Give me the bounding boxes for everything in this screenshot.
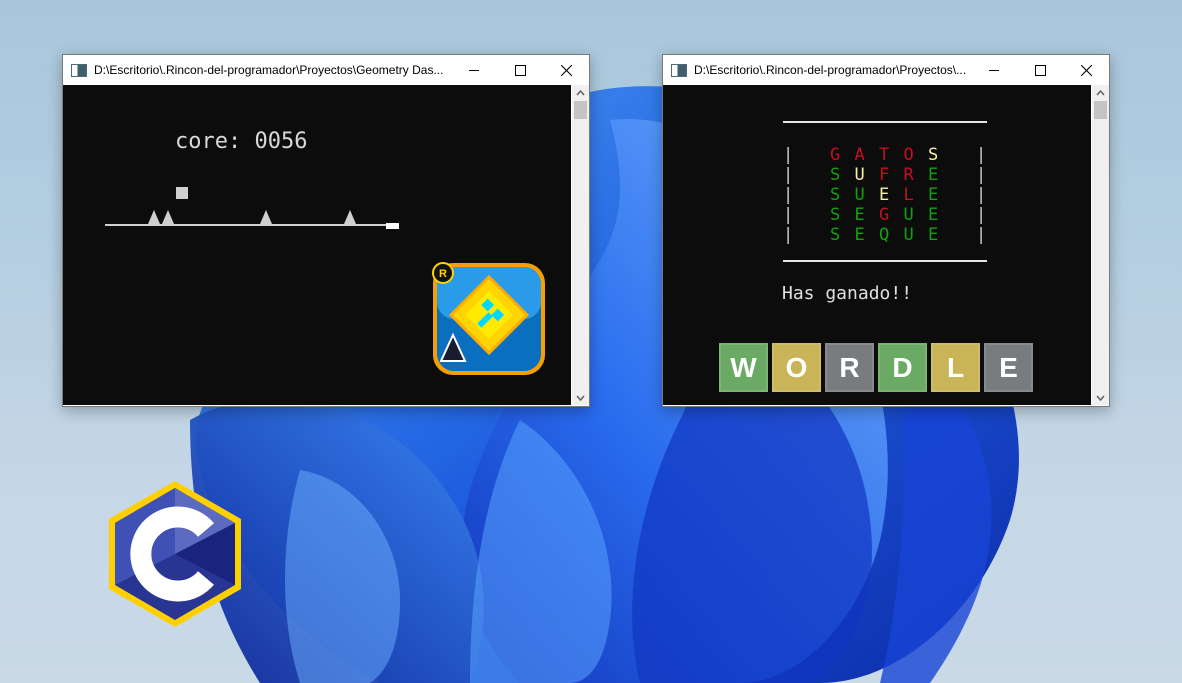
minimize-button[interactable]: [451, 55, 497, 85]
guess-letter: E: [928, 225, 939, 245]
player-cube: [176, 187, 188, 199]
spike-1: [148, 210, 160, 224]
guess-letter: S: [830, 185, 841, 205]
logo-tile: W: [719, 343, 768, 392]
close-icon: [560, 64, 572, 76]
window-titlebar[interactable]: D:\Escritorio\.Rincon-del-programador\Pr…: [663, 55, 1109, 85]
console-app-icon: [71, 63, 87, 77]
vertical-scrollbar[interactable]: [1092, 85, 1109, 405]
window-title: D:\Escritorio\.Rincon-del-programador\Pr…: [94, 63, 444, 77]
window-title: D:\Escritorio\.Rincon-del-programador\Pr…: [694, 63, 967, 77]
vertical-scrollbar[interactable]: [572, 85, 589, 405]
guess-letter: E: [928, 205, 939, 225]
scroll-up-arrow[interactable]: [572, 85, 589, 100]
guess-letter: E: [854, 225, 865, 245]
guess-letter: A: [854, 145, 865, 165]
minimize-icon: [988, 69, 999, 71]
guess-letter: O: [903, 145, 914, 165]
guess-row: GATOS: [830, 145, 953, 165]
guess-letter: E: [879, 185, 890, 205]
scrollbar-thumb[interactable]: [574, 101, 587, 119]
maximize-icon: [1034, 64, 1046, 76]
guess-row: SUFRE: [830, 165, 953, 185]
guess-letter: U: [854, 185, 865, 205]
close-icon: [1080, 64, 1092, 76]
guess-grid: GATOSSUFRESUELESEGUESEQUE: [830, 145, 953, 245]
spike-4: [344, 210, 356, 224]
gd-logo-badge: R: [439, 268, 447, 280]
geometry-dash-logo-icon: R: [432, 262, 545, 375]
chevron-up-icon: [576, 89, 585, 95]
guess-letter: U: [854, 165, 865, 185]
c-language-logo-icon: [109, 481, 241, 627]
maximize-button[interactable]: [1017, 55, 1063, 85]
close-button[interactable]: [1063, 55, 1109, 85]
scroll-down-arrow[interactable]: [1092, 390, 1109, 405]
logo-tile: E: [984, 343, 1033, 392]
guess-letter: Q: [879, 225, 890, 245]
guess-letter: U: [903, 205, 914, 225]
window-titlebar[interactable]: D:\Escritorio\.Rincon-del-programador\Pr…: [63, 55, 589, 85]
guess-letter: F: [879, 165, 890, 185]
spike-3: [260, 210, 272, 224]
guess-letter: T: [879, 145, 890, 165]
guess-letter: E: [928, 165, 939, 185]
logo-tile: L: [931, 343, 980, 392]
guess-row: SEQUE: [830, 225, 953, 245]
logo-tile: D: [878, 343, 927, 392]
guess-letter: S: [830, 205, 841, 225]
guess-letter: S: [928, 145, 939, 165]
guess-letter: E: [928, 185, 939, 205]
guess-letter: E: [854, 205, 865, 225]
guess-letter: S: [830, 225, 841, 245]
scrollbar-thumb[interactable]: [1094, 101, 1107, 119]
logo-tile: O: [772, 343, 821, 392]
scroll-down-arrow[interactable]: [572, 390, 589, 405]
scroll-up-arrow[interactable]: [1092, 85, 1109, 100]
guess-letter: U: [903, 225, 914, 245]
minimize-icon: [468, 69, 479, 71]
logo-tile: R: [825, 343, 874, 392]
chevron-down-icon: [1096, 395, 1105, 401]
maximize-icon: [514, 64, 526, 76]
chevron-up-icon: [1096, 89, 1105, 95]
wordle-window[interactable]: D:\Escritorio\.Rincon-del-programador\Pr…: [662, 54, 1110, 407]
guess-row: SEGUE: [830, 205, 953, 225]
left-border: | | | | |: [783, 145, 794, 245]
minimize-button[interactable]: [971, 55, 1017, 85]
guess-letter: G: [879, 205, 890, 225]
guess-letter: S: [830, 165, 841, 185]
spike-2: [162, 210, 174, 224]
close-button[interactable]: [543, 55, 589, 85]
guess-letter: G: [830, 145, 841, 165]
result-message: Has ganado!!: [782, 283, 913, 304]
guess-row: SUELE: [830, 185, 953, 205]
console-output[interactable]: core: 0056 R: [63, 85, 571, 405]
chevron-down-icon: [576, 395, 585, 401]
console-app-icon: [671, 63, 687, 77]
top-divider: [783, 121, 987, 123]
bottom-divider: [783, 260, 987, 262]
wordle-logo: WORDLE: [719, 343, 1037, 392]
right-border: | | | | |: [976, 145, 987, 245]
guess-letter: L: [903, 185, 914, 205]
maximize-button[interactable]: [497, 55, 543, 85]
console-output[interactable]: | | | | | | | | | | GATOSSUFRESUELESEGUE…: [663, 85, 1091, 405]
geometry-dash-window[interactable]: D:\Escritorio\.Rincon-del-programador\Pr…: [62, 54, 590, 407]
goal-block: [386, 223, 399, 229]
guess-letter: R: [903, 165, 914, 185]
